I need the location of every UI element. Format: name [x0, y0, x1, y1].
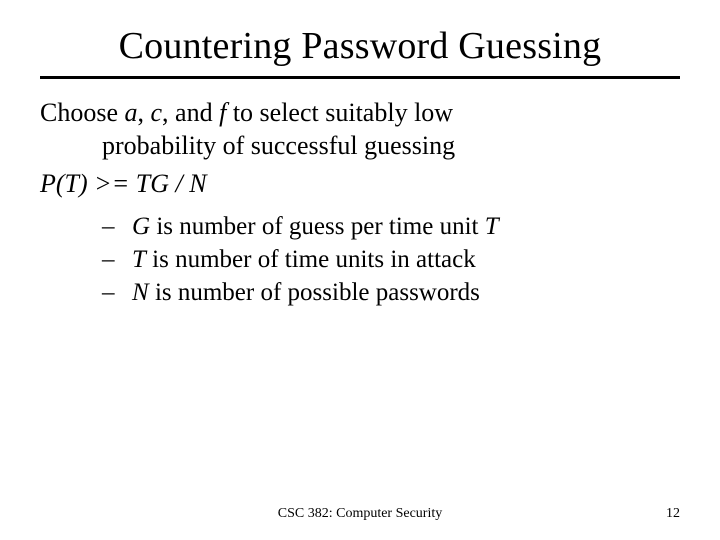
bullet-var: T: [132, 246, 146, 273]
bullet-mid: is number of guess per time unit: [150, 213, 485, 240]
intro-line-2: probability of successful guessing: [40, 130, 680, 163]
text-frag: ,: [138, 98, 151, 127]
list-item: – T is number of time units in attack: [102, 244, 680, 275]
slide: Countering Password Guessing Choose a, c…: [0, 0, 720, 540]
formula: P(T) >= TG / N: [40, 168, 680, 201]
var-c: c: [151, 98, 163, 127]
bullet-var: G: [132, 213, 150, 240]
slide-title: Countering Password Guessing: [40, 24, 680, 68]
var-a: a: [125, 98, 138, 127]
list-item: – G is number of guess per time unit T: [102, 211, 680, 242]
bullet-list: – G is number of guess per time unit T –…: [40, 211, 680, 309]
bullet-var: N: [132, 279, 149, 306]
bullet-mid: is number of possible passwords: [149, 279, 480, 306]
list-item: – N is number of possible passwords: [102, 277, 680, 308]
footer-course: CSC 382: Computer Security: [0, 506, 720, 522]
bullet-dash: –: [102, 277, 132, 308]
slide-body: Choose a, c, and f to select suitably lo…: [40, 97, 680, 308]
bullet-text: N is number of possible passwords: [132, 277, 480, 308]
bullet-tail: T: [485, 213, 499, 240]
bullet-text: G is number of guess per time unit T: [132, 211, 499, 242]
text-frag: Choose: [40, 98, 125, 127]
bullet-dash: –: [102, 211, 132, 242]
bullet-dash: –: [102, 244, 132, 275]
bullet-text: T is number of time units in attack: [132, 244, 476, 275]
text-frag: , and: [162, 98, 219, 127]
footer-page-number: 12: [666, 506, 680, 522]
intro-paragraph: Choose a, c, and f to select suitably lo…: [40, 97, 680, 162]
title-divider: [40, 76, 680, 79]
bullet-mid: is number of time units in attack: [146, 246, 476, 273]
text-frag: to select suitably low: [226, 98, 453, 127]
intro-line-1: Choose a, c, and f to select suitably lo…: [40, 97, 680, 130]
